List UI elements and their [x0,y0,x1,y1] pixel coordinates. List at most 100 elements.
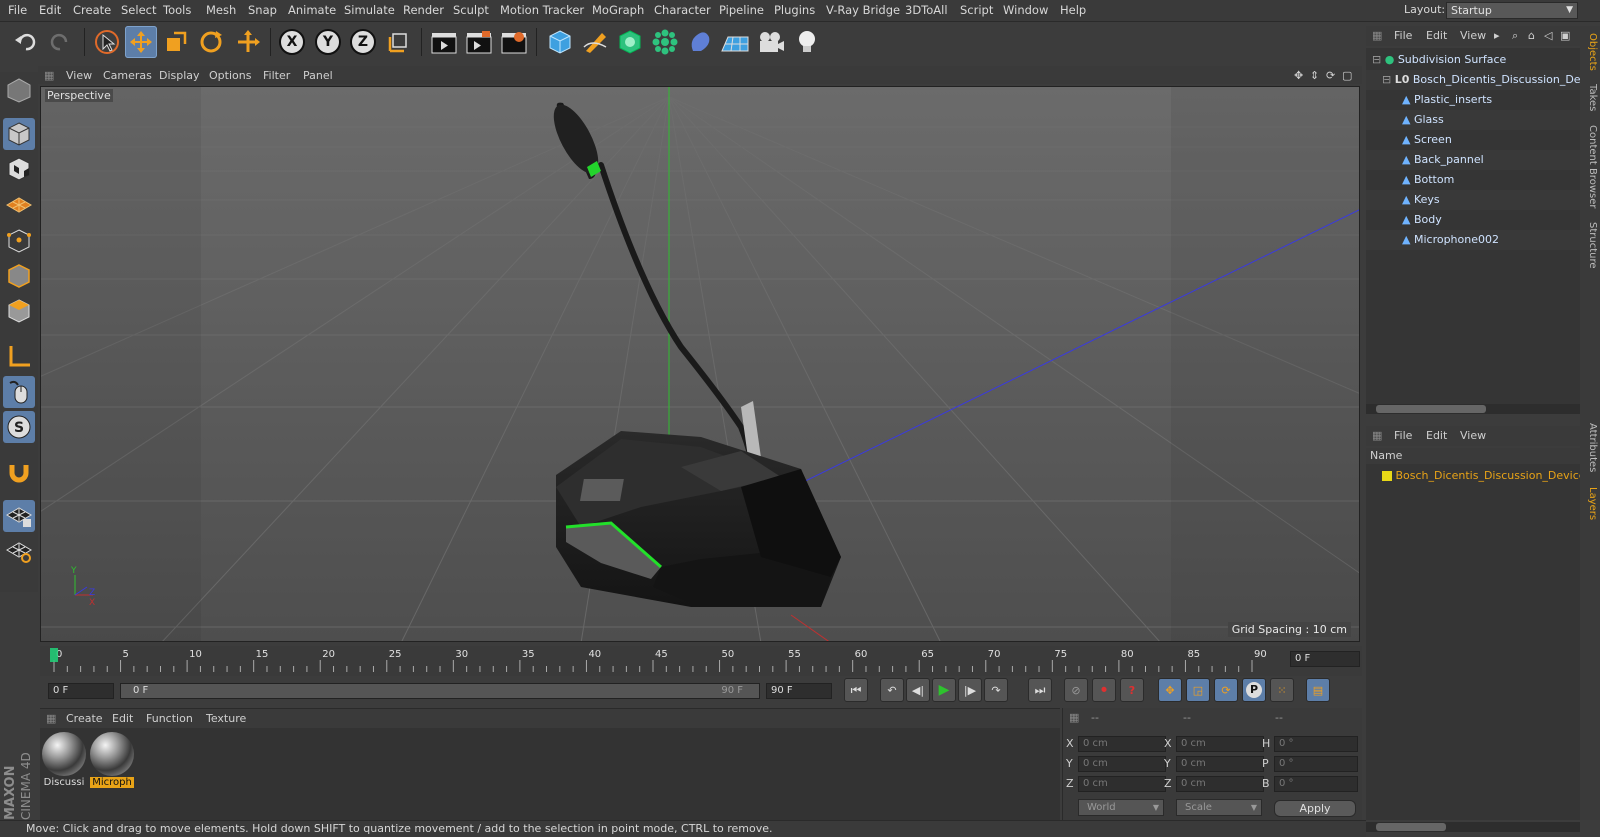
menu-animate[interactable]: Animate [288,3,336,17]
tree-item-back-pannel[interactable]: ▲ Back_pannel [1366,150,1580,170]
tab-takes[interactable]: Takes [1582,82,1598,114]
enable-snap-button[interactable] [3,456,35,488]
position-x-field[interactable]: 0 cm [1078,736,1166,752]
new-view-icon[interactable]: ▣ [1560,29,1570,42]
position-z-field[interactable]: 0 cm [1078,776,1166,792]
menu-pipeline[interactable]: Pipeline [719,3,764,17]
key-scale-button[interactable]: ◲ [1186,678,1210,702]
autokeying-button[interactable]: ? [1120,678,1144,702]
tab-attributes[interactable]: Attributes [1582,418,1598,478]
add-spline-pen-button[interactable] [579,26,611,58]
y-axis-lock-button[interactable]: Y [312,26,344,58]
menu-simulate[interactable]: Simulate [344,3,395,17]
add-light-button[interactable] [791,26,823,58]
previous-key-button[interactable]: ↶ [880,678,904,702]
tree-item-screen[interactable]: ▲ Screen [1366,130,1580,150]
edges-mode-button[interactable] [3,260,35,292]
menu-snap[interactable]: Snap [248,3,277,17]
size-y-field[interactable]: 0 cm [1176,756,1264,772]
rotate-tool-button[interactable] [195,26,227,58]
object-menu-edit[interactable]: Edit [1426,29,1447,42]
viewport-orbit-icon[interactable]: ⟳ [1326,69,1335,82]
scrollbar-thumb[interactable] [1376,405,1486,413]
viewport-menu-panel[interactable]: Panel [303,69,333,82]
position-y-field[interactable]: 0 cm [1078,756,1166,772]
scale-tool-button[interactable] [160,26,192,58]
menu-3dtoall[interactable]: 3DToAll [905,3,948,17]
start-frame-field[interactable]: 0 F [48,683,114,699]
object-tree-scrollbar[interactable] [1366,404,1580,414]
3d-viewport[interactable]: Y Z X Perspective Grid Spacing : 10 cm [40,86,1360,642]
material-swatch[interactable]: Microph [90,732,134,792]
rotation-b-field[interactable]: 0 ° [1274,776,1358,792]
viewport-dolly-icon[interactable]: ⇕ [1310,69,1319,82]
layer-menu-file[interactable]: File [1394,429,1412,442]
go-to-start-button[interactable]: ⏮ [844,678,868,702]
material-menu-texture[interactable]: Texture [206,712,246,725]
menu-select[interactable]: Select [121,3,156,17]
collapse-icon[interactable]: ⊟ [1372,53,1381,66]
menu-sculpt[interactable]: Sculpt [453,3,489,17]
next-frame-button[interactable]: |▶ [958,678,982,702]
add-subdivision-surface-button[interactable] [614,26,646,58]
menu-window[interactable]: Window [1003,3,1048,17]
menu-vray-bridge[interactable]: V-Ray Bridge [826,3,900,17]
key-rotation-button[interactable]: ⟳ [1214,678,1238,702]
viewport-menu-options[interactable]: Options [209,69,251,82]
material-menu-function[interactable]: Function [146,712,193,725]
object-menu-file[interactable]: File [1394,29,1412,42]
workplane-mode-button[interactable] [3,188,35,220]
tree-item-bottom[interactable]: ▲ Bottom [1366,170,1580,190]
tree-item-bosch-device[interactable]: ⊟ L0 Bosch_Dicentis_Discussion_Device [1366,70,1580,90]
viewport-maximize-icon[interactable]: ▢ [1342,69,1352,82]
render-view-button[interactable] [428,26,460,58]
layer-menu-view[interactable]: View [1460,429,1486,442]
key-position-button[interactable]: ✥ [1158,678,1182,702]
menu-script[interactable]: Script [960,3,993,17]
transform-tool-button[interactable] [232,26,264,58]
axis-mode-button[interactable] [3,340,35,372]
current-frame-field[interactable]: 0 F [1290,651,1360,667]
layer-color-swatch[interactable] [1382,471,1392,481]
timeline-ruler[interactable]: 0 5 10 15 20 25 30 35 40 45 50 55 60 65 70 75 80 85 90 [40,646,1362,676]
x-axis-lock-button[interactable]: X [276,26,308,58]
search-icon[interactable]: ⌕ [1512,29,1518,43]
viewport-menu-display[interactable]: Display [159,69,200,82]
menu-mograph[interactable]: MoGraph [592,3,644,17]
timeline-window-button[interactable]: ▤ [1306,678,1330,702]
live-selection-button[interactable] [91,26,123,58]
tab-structure[interactable]: Structure [1582,218,1598,272]
menu-file[interactable]: File [8,3,27,17]
tree-item-keys[interactable]: ▲ Keys [1366,190,1580,210]
model-mode-button[interactable] [3,118,35,150]
polygons-mode-button[interactable] [3,295,35,327]
rotation-p-field[interactable]: 0 ° [1274,756,1358,772]
add-deformer-button[interactable] [684,26,716,58]
menu-mesh[interactable]: Mesh [206,3,236,17]
snapping-button[interactable]: S [3,411,35,443]
tree-item-plastic-inserts[interactable]: ▲ Plastic_inserts [1366,90,1580,110]
tweak-mode-button[interactable] [3,376,35,408]
add-camera-button[interactable] [755,26,787,58]
key-point-level-button[interactable]: ⁙ [1270,678,1294,702]
menu-edit[interactable]: Edit [39,3,61,17]
scrollbar-thumb[interactable] [1376,823,1446,831]
menu-help[interactable]: Help [1060,3,1086,17]
key-parameter-button[interactable]: P [1242,678,1266,702]
timeline-playhead[interactable] [50,648,58,662]
size-mode-select[interactable]: Scale ▼ [1176,799,1262,816]
size-z-field[interactable]: 0 cm [1176,776,1264,792]
apply-button[interactable]: Apply [1274,800,1356,817]
object-menu-view[interactable]: View [1460,29,1486,42]
layout-dropdown[interactable]: Startup ▼ [1446,2,1578,19]
tab-content-browser[interactable]: Content Browser [1582,122,1598,212]
end-frame-field[interactable]: 90 F [766,683,832,699]
menu-create[interactable]: Create [73,3,111,17]
points-mode-button[interactable] [3,225,35,257]
layer-column-name[interactable]: Name [1366,448,1580,464]
add-cloner-button[interactable] [649,26,681,58]
material-swatch[interactable]: Discussi [42,732,86,792]
go-to-end-button[interactable]: ⏭ [1028,678,1052,702]
back-icon[interactable]: ◁ [1544,29,1552,42]
rotation-h-field[interactable]: 0 ° [1274,736,1358,752]
